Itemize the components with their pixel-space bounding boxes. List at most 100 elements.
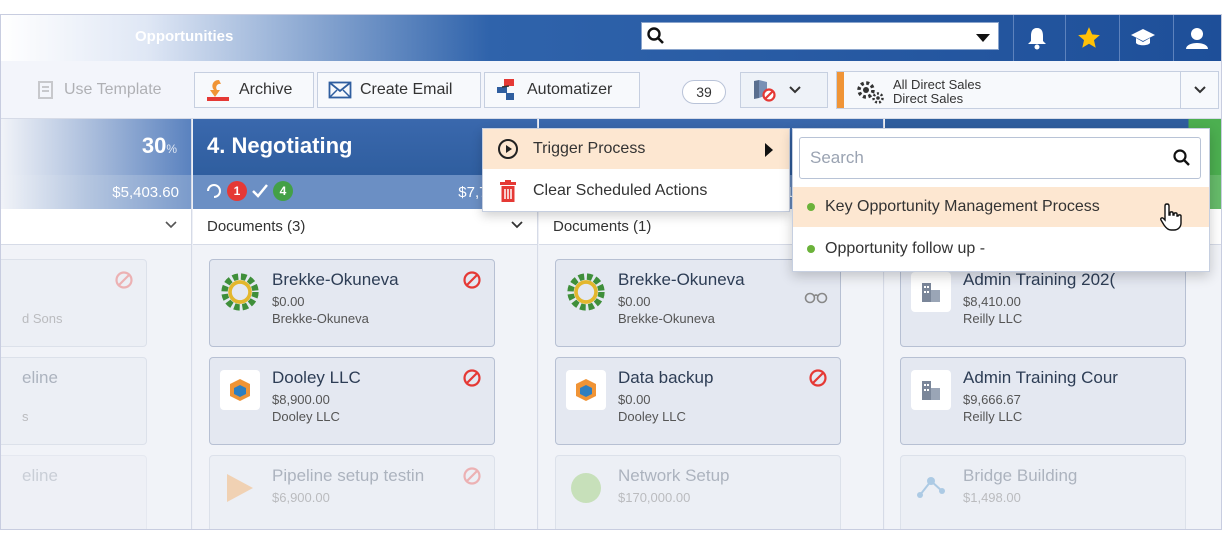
card-account: Reilly LLC — [963, 409, 1023, 424]
company-logo — [220, 468, 260, 508]
check-icon — [252, 184, 268, 198]
create-email-button[interactable]: Create Email — [317, 72, 481, 108]
column-name: 4. Negotiating — [207, 133, 353, 158]
favorites-button[interactable] — [1065, 15, 1111, 61]
block-icon — [115, 271, 133, 289]
card-title: eline — [22, 368, 58, 387]
opportunity-card[interactable]: Dooley LLC $8,900.00 Dooley LLC — [209, 357, 495, 445]
flag-filter-button[interactable] — [740, 72, 828, 108]
activity-badges: 1 4 — [205, 181, 293, 201]
card-title: Data backup — [618, 368, 714, 387]
completed-count: 4 — [273, 181, 293, 201]
opportunity-card[interactable]: eline s — [1, 357, 147, 445]
menu-item-trigger-process[interactable]: Trigger Process — [483, 129, 789, 169]
hand-cursor-icon — [1160, 203, 1182, 231]
opportunity-card[interactable]: Network Setup $170,000.00 — [555, 455, 841, 529]
process-option[interactable]: Opportunity follow up - — [793, 229, 1209, 269]
flower-logo-icon — [221, 273, 259, 311]
automatizer-label: Automatizer — [527, 81, 613, 98]
company-logo — [566, 370, 606, 410]
documents-label: Documents (1) — [553, 218, 652, 235]
envelope-icon — [328, 81, 352, 99]
star-icon — [1077, 27, 1100, 48]
pipeline-column: 30% $5,403.60 d Sons eline s eline — [1, 119, 192, 529]
card-amount: $170,000.00 — [618, 490, 691, 505]
block-icon — [463, 271, 481, 289]
opportunity-card[interactable]: Brekke-Okuneva $0.00 Brekke-Okuneva — [209, 259, 495, 347]
archive-label: Archive — [239, 81, 293, 98]
block-icon — [463, 467, 481, 485]
card-title: Bridge Building — [963, 466, 1078, 485]
menu-item-clear-scheduled-actions[interactable]: Clear Scheduled Actions — [483, 171, 789, 211]
notifications-button[interactable] — [1013, 15, 1059, 61]
use-template-button[interactable]: Use Template — [25, 72, 189, 108]
opportunity-card[interactable]: Admin Training Cour $9,666.67 Reilly LLC — [900, 357, 1186, 445]
opportunity-card[interactable]: Pipeline setup testin $6,900.00 — [209, 455, 495, 529]
trash-icon — [500, 180, 516, 202]
bell-icon — [1027, 28, 1046, 50]
automatizer-button[interactable]: Automatizer — [484, 72, 640, 108]
network-logo-icon — [917, 477, 945, 498]
play-circle-icon — [498, 139, 518, 159]
gears-icon — [857, 81, 884, 104]
card-amount: $8,410.00 — [963, 294, 1021, 309]
company-logo — [220, 272, 260, 312]
opportunity-card[interactable]: eline — [1, 455, 147, 529]
view-dropdown-button[interactable] — [1180, 72, 1218, 108]
opportunity-card[interactable]: Admin Training 202( $8,410.00 Reilly LLC — [900, 259, 1186, 347]
leaf-logo-icon — [571, 473, 601, 503]
view-name: All Direct Sales — [893, 77, 982, 92]
column-stats: $5,403.60 — [1, 175, 191, 209]
submenu-arrow-icon — [765, 143, 773, 157]
card-amount: $9,666.67 — [963, 392, 1021, 407]
process-option[interactable]: Key Opportunity Management Process — [793, 187, 1209, 227]
overdue-count: 1 — [227, 181, 247, 201]
building-icon — [922, 283, 940, 302]
automatizer-menu: Trigger Process Clear Scheduled Actions — [482, 128, 790, 212]
global-search-input[interactable] — [641, 22, 999, 50]
company-logo — [911, 468, 951, 508]
building-icon — [922, 381, 940, 400]
column-amount: $5,403.60 — [112, 184, 179, 201]
automatizer-icon — [497, 79, 514, 100]
card-amount: $8,900.00 — [272, 392, 330, 407]
opportunity-card[interactable]: Brekke-Okuneva $0.00 Brekke-Okuneva — [555, 259, 841, 347]
flower-logo-icon — [567, 273, 605, 311]
play-logo-icon — [227, 474, 253, 502]
status-dot — [807, 245, 815, 253]
user-icon — [1185, 28, 1208, 49]
cube-logo-icon — [230, 379, 250, 401]
training-button[interactable] — [1119, 15, 1165, 61]
card-title: Admin Training 202( — [963, 270, 1116, 289]
opportunity-card[interactable]: Data backup $0.00 Dooley LLC — [555, 357, 841, 445]
card-title: Pipeline setup testin — [272, 466, 425, 485]
column-header: 30% — [1, 119, 191, 175]
chevron-down-icon — [789, 86, 801, 94]
card-title: Brekke-Okuneva — [272, 270, 399, 289]
card-title: Brekke-Okuneva — [618, 270, 745, 289]
card-account: Reilly LLC — [963, 311, 1023, 326]
card-amount: $0.00 — [618, 392, 651, 407]
view-selector[interactable]: All Direct Sales Direct Sales — [836, 71, 1219, 109]
documents-dropdown[interactable] — [1, 209, 191, 245]
opportunity-card[interactable]: d Sons — [1, 259, 147, 347]
process-search-input[interactable] — [800, 138, 1160, 178]
user-profile-button[interactable] — [1173, 15, 1219, 61]
documents-dropdown[interactable]: Documents (3) — [193, 209, 537, 245]
view-accent-stripe — [837, 72, 844, 108]
card-amount: $0.00 — [272, 294, 305, 309]
process-search-field[interactable] — [799, 137, 1201, 179]
opportunity-card[interactable]: Bridge Building $1,498.00 — [900, 455, 1186, 529]
archive-button[interactable]: Archive — [194, 72, 314, 108]
search-icon — [647, 27, 664, 44]
trigger-process-label: Trigger Process — [533, 140, 646, 157]
use-template-label: Use Template — [64, 81, 162, 98]
card-account: Dooley LLC — [272, 409, 340, 424]
template-icon — [38, 81, 53, 99]
block-icon — [809, 369, 827, 387]
search-dropdown-icon[interactable] — [976, 34, 990, 42]
app-window: Opportunities Use Template Archive Creat… — [0, 14, 1222, 530]
company-logo — [911, 272, 951, 312]
page-title: Opportunities — [135, 28, 234, 45]
search-icon — [1173, 149, 1190, 166]
